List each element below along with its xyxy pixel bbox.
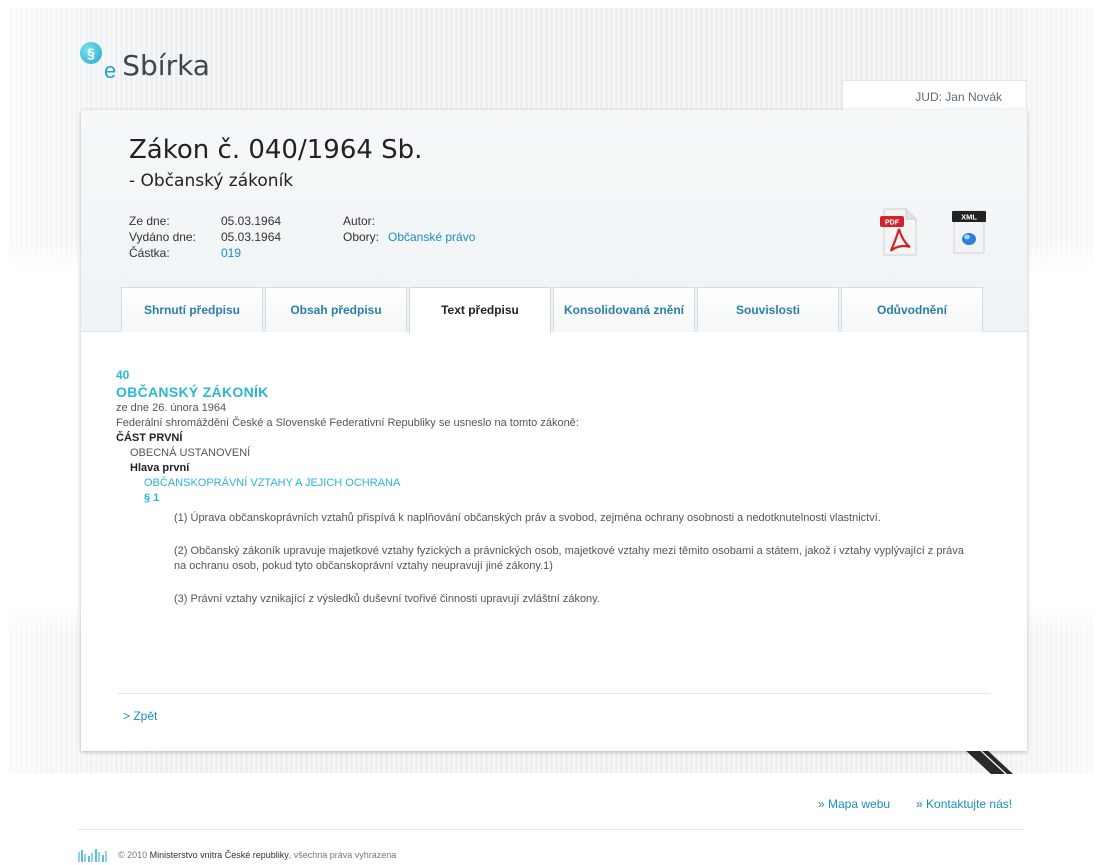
tab-related[interactable]: Souvislosti [697, 287, 839, 332]
paragraph: (2) Občanský zákoník upravuje majetkové … [174, 545, 964, 572]
meta-value: 05.03.1964 [221, 214, 282, 228]
meta-label: Ze dne: [129, 214, 170, 228]
download-icons: PDF XML [878, 207, 990, 256]
meta-row-date: Ze dne: 05.03.1964 [129, 213, 281, 229]
content-divider [118, 693, 990, 694]
part-heading: ČÁST PRVNÍ [116, 432, 183, 444]
xml-label: XML [961, 213, 977, 222]
xml-download-icon[interactable]: XML [948, 207, 990, 255]
pdf-label: PDF [885, 220, 900, 227]
meta-value: 05.03.1964 [221, 230, 282, 244]
meta-label: Autor: [343, 214, 376, 228]
logo-e: e [104, 58, 117, 83]
law-meta-right: Autor: Obory: Občanské právo [343, 213, 475, 245]
tab-text[interactable]: Text předpisu [409, 287, 551, 333]
meta-label: Částka: [129, 246, 170, 260]
meta-row-author: Autor: [343, 213, 475, 229]
contact-link[interactable]: » Kontaktujte nás! [916, 797, 1012, 811]
tab-consolidated[interactable]: Konsolidovaná znění [553, 287, 695, 332]
ministry-logo-icon [78, 849, 107, 862]
law-detail-card: Zákon č. 040/1964 Sb. - Občanský zákoník… [81, 110, 1027, 751]
chapter-heading: Hlava první [130, 462, 190, 474]
tab-summary[interactable]: Shrnutí předpisu [121, 287, 263, 332]
law-tabs: Shrnutí předpisu Obsah předpisu Text pře… [121, 287, 983, 333]
pdf-download-icon[interactable]: PDF [878, 207, 920, 256]
law-number: 40 [116, 368, 130, 382]
part-title: OBECNÁ USTANOVENÍ [130, 447, 251, 459]
meta-row-issued: Vydáno dne: 05.03.1964 [129, 229, 281, 245]
sitemap-link[interactable]: » Mapa webu [818, 797, 890, 811]
back-link[interactable]: > Zpět [123, 709, 157, 723]
user-account-tab[interactable]: JUD: Jan Novák [842, 80, 1027, 110]
law-preamble: Federální shromáždění České a Slovenské … [116, 417, 579, 429]
user-name[interactable]: JUD: Jan Novák [915, 90, 1002, 104]
page-subtitle: - Občanský zákoník [129, 171, 294, 191]
section-heading: § 1 [144, 492, 160, 504]
law-meta-left: Ze dne: 05.03.1964 Vydáno dne: 05.03.196… [129, 213, 281, 261]
logo-mark-icon: § [80, 42, 102, 64]
decorative-stripe [955, 748, 1015, 774]
meta-row-part: Částka: 019 [129, 245, 281, 261]
logo-text: Sbírka [122, 49, 210, 82]
tab-justification[interactable]: Odůvodnění [841, 287, 983, 332]
field-link[interactable]: Občanské právo [388, 229, 475, 245]
meta-label: Vydáno dne: [129, 230, 196, 244]
law-header: Zákon č. 040/1964 Sb. - Občanský zákoník… [81, 110, 1027, 333]
tab-contents[interactable]: Obsah předpisu [265, 287, 407, 332]
part-link[interactable]: 019 [221, 245, 241, 261]
page-title: Zákon č. 040/1964 Sb. [129, 135, 423, 165]
logo[interactable]: § e Sbírka [80, 42, 210, 82]
copyright-year: © 2010 [118, 850, 148, 860]
ministry-name: Ministerstvo vnitra České republiky [149, 850, 289, 860]
footer-divider [78, 829, 1024, 830]
rights-text: , všechna práva vyhrazena [288, 850, 397, 860]
paragraph: (1) Úprava občanskoprávních vztahů přisp… [174, 512, 881, 524]
paragraph: (3) Právní vztahy vznikající z výsledků … [174, 593, 600, 605]
law-date: ze dne 26. února 1964 [116, 402, 227, 414]
chapter-title: OBČANSKOPRÁVNÍ VZTAHY A JEJICH OCHRANA [144, 477, 401, 489]
meta-row-fields: Obory: Občanské právo [343, 229, 475, 245]
law-text: 40 OBČANSKÝ ZÁKONÍK ze dne 26. února 196… [116, 368, 976, 607]
law-text-title: OBČANSKÝ ZÁKONÍK [116, 384, 269, 400]
footer-links: » Mapa webu » Kontaktujte nás! [818, 797, 1012, 811]
copyright: © 2010 Ministerstvo vnitra České republi… [78, 848, 396, 862]
meta-label: Obory: [343, 230, 380, 244]
